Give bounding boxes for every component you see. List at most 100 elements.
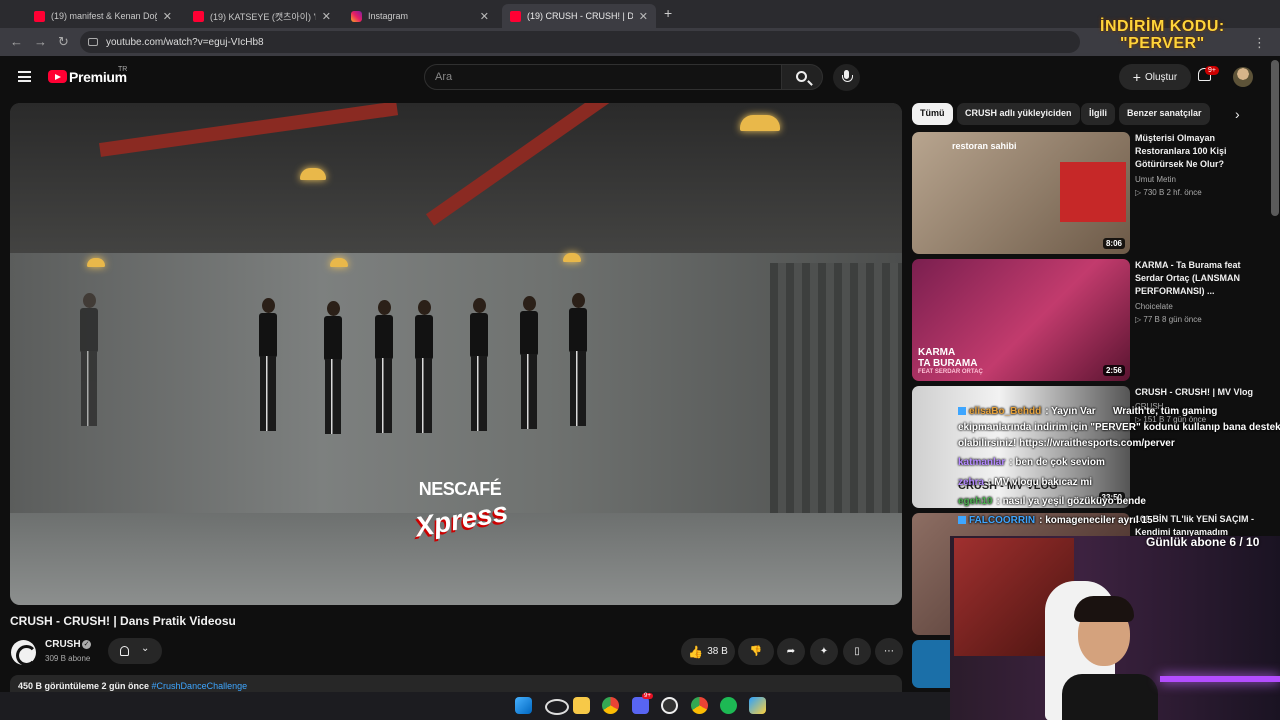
thumbnail-caption: TA BURAMA <box>918 358 978 369</box>
browser-tab-bar: (19) manifest & Kenan Doğulu ✕ (19) KATS… <box>0 0 1280 28</box>
chat-text: : komageneciler ayrıl 15 <box>1039 515 1153 526</box>
back-icon[interactable]: ← <box>10 34 23 49</box>
video-duration: 8:06 <box>1102 238 1125 249</box>
thumbs-up-icon: 👍 <box>688 644 704 659</box>
browser-menu-icon[interactable]: ⋮ <box>1253 35 1266 51</box>
more-actions-button[interactable]: ⋯ <box>875 638 903 665</box>
thumbs-down-icon: 👎 <box>749 646 763 657</box>
search-icon <box>796 71 807 82</box>
file-explorer-icon[interactable] <box>573 697 590 714</box>
chat-message: Wraith'te, tüm gaming <box>1113 406 1217 417</box>
browser-tab-1[interactable]: (19) manifest & Kenan Doğulu ✕ <box>26 4 180 28</box>
chrome-icon[interactable] <box>602 697 619 714</box>
close-icon[interactable]: ✕ <box>480 10 489 23</box>
dancer-figure <box>257 298 279 433</box>
obs-icon[interactable] <box>661 697 678 714</box>
recommendation-channel[interactable]: Choicelate <box>1135 302 1173 311</box>
dancer-figure <box>468 298 490 433</box>
hamburger-menu-icon[interactable] <box>18 71 31 82</box>
site-info-icon[interactable] <box>88 38 98 46</box>
thumbnail-crowd <box>1060 162 1126 222</box>
video-scene-lamp <box>740 115 780 131</box>
dislike-button[interactable]: 👎 <box>738 638 774 665</box>
paint-icon[interactable] <box>749 697 766 714</box>
youtube-icon <box>34 10 45 22</box>
like-button[interactable]: 👍 38 B <box>681 638 735 665</box>
stream-promo-overlay: İNDİRİM KODU: "PERVER" <box>1100 18 1225 52</box>
url-field[interactable]: youtube.com/watch?v=eguj-VIcHb8 <box>80 31 1080 53</box>
badge-icon <box>958 407 966 416</box>
badge-icon <box>958 516 966 525</box>
share-icon: ➦ <box>786 646 796 657</box>
windows-start-icon[interactable] <box>515 697 532 714</box>
ask-ai-button[interactable]: ✦ <box>810 638 838 665</box>
plus-icon: + <box>1132 69 1141 85</box>
bookmark-icon: ▯ <box>854 646 860 657</box>
chat-user: zehra <box>958 477 985 488</box>
chip-similar-artists[interactable]: Benzer sanatçılar <box>1119 103 1210 125</box>
sponsor-logo: NESCAFÉ Xpress <box>413 479 510 543</box>
create-button[interactable]: + Oluştur <box>1119 64 1191 90</box>
video-scene-lamp <box>563 253 581 262</box>
search-input[interactable]: Ara <box>424 64 782 90</box>
taskbar-search-icon[interactable] <box>545 699 569 715</box>
tab-title: Instagram <box>368 11 409 21</box>
recommendation-channel[interactable]: Umut Metin <box>1135 175 1176 184</box>
chrome-icon[interactable] <box>691 697 708 714</box>
share-button[interactable]: ➦ <box>777 638 805 665</box>
recommendation-title[interactable]: Müşterisi Olmayan Restoranlara 100 Kişi … <box>1135 132 1265 171</box>
forward-icon[interactable]: → <box>34 34 47 49</box>
save-button[interactable]: ▯ <box>843 638 871 665</box>
youtube-logo-icon[interactable] <box>48 70 67 83</box>
video-scene-lamp <box>330 258 348 267</box>
chat-text: : ben de çok seviom <box>1009 457 1105 468</box>
region-label: TR <box>118 66 128 73</box>
channel-avatar[interactable] <box>11 640 37 666</box>
tab-title: (19) KATSEYE (캣츠아이) 'Hoobi <box>210 11 316 22</box>
chip-related[interactable]: İlgili <box>1081 103 1115 125</box>
url-text: youtube.com/watch?v=eguj-VIcHb8 <box>106 36 264 48</box>
thumbnail-caption: FEAT SERDAR ORTAÇ <box>918 369 983 375</box>
dancer-figure <box>413 300 435 435</box>
chip-from-uploader[interactable]: CRUSH adlı yükleyiciden <box>957 103 1080 125</box>
recommendation-thumbnail-partial[interactable] <box>912 640 950 688</box>
recommendation-meta: ▷ 77 B 8 gün önce <box>1135 315 1202 324</box>
recommendation-thumbnail[interactable]: KARMA TA BURAMA FEAT SERDAR ORTAÇ 2:56 <box>912 259 1130 381</box>
thumbnail-caption: KARMA <box>918 347 956 358</box>
chat-user: egeh10 <box>958 496 993 507</box>
chevron-right-icon[interactable]: › <box>1235 106 1240 122</box>
search-button[interactable] <box>781 64 823 90</box>
voice-search-icon[interactable] <box>833 64 860 91</box>
close-icon[interactable]: ✕ <box>163 10 172 23</box>
subscribed-button[interactable]: ⌄ <box>108 638 162 664</box>
avatar[interactable] <box>1233 67 1253 87</box>
chip-all[interactable]: Tümü <box>912 103 953 125</box>
channel-name[interactable]: CRUSH <box>45 639 81 650</box>
youtube-icon <box>193 10 204 22</box>
discord-badge: 9+ <box>642 693 653 699</box>
reload-icon[interactable]: ↻ <box>58 34 69 50</box>
chat-message: FALCOORRIN: komageneciler ayrıl 15 <box>958 515 1153 526</box>
chat-message: olabilirsiniz! https://wraithesports.com… <box>958 438 1175 449</box>
new-tab-button[interactable]: + <box>664 5 672 21</box>
close-icon[interactable]: ✕ <box>322 10 331 23</box>
recommendation-thumbnail[interactable]: restoran sahibi 8:06 <box>912 132 1130 254</box>
description-meta: 450 B görüntüleme 2 gün önce <box>18 681 150 691</box>
instagram-icon <box>351 10 362 22</box>
recommendation-title[interactable]: CRUSH - CRUSH! | MV Vlog <box>1135 386 1265 399</box>
page-scrollbar[interactable] <box>1271 60 1279 216</box>
hashtag-link[interactable]: #CrushDanceChallenge <box>152 681 248 691</box>
youtube-header: Premium TR Ara + Oluştur 9+ <box>0 56 1270 100</box>
dancer-figure <box>567 293 589 428</box>
close-icon[interactable]: ✕ <box>639 10 648 23</box>
browser-tab-3[interactable]: Instagram ✕ <box>343 4 497 28</box>
browser-tab-4-active[interactable]: (19) CRUSH - CRUSH! | Dans Pr ✕ <box>502 4 656 28</box>
address-bar-row: ← → ↻ youtube.com/watch?v=eguj-VIcHb8 <box>0 28 1280 56</box>
video-scene-lamp <box>300 168 326 180</box>
discord-icon[interactable] <box>632 697 649 714</box>
chevron-down-icon: ⌄ <box>141 643 150 654</box>
spotify-icon[interactable] <box>720 697 737 714</box>
browser-tab-2[interactable]: (19) KATSEYE (캣츠아이) 'Hoobi ✕ <box>185 4 339 28</box>
recommendation-title[interactable]: KARMA - Ta Burama feat Serdar Ortaç (LAN… <box>1135 259 1265 298</box>
video-player[interactable]: NESCAFÉ Xpress <box>10 103 902 605</box>
